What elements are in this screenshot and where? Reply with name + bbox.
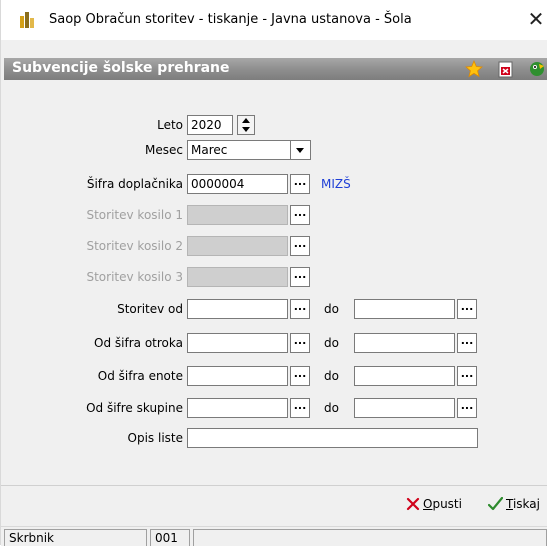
title-bar: Saop Obračun storitev - tiskanje - Javna… <box>1 0 547 40</box>
opis-liste-label: Opis liste <box>127 431 183 445</box>
window-title: Saop Obračun storitev - tiskanje - Javna… <box>49 12 412 27</box>
sifra-doplacnika-link[interactable]: MIZŠ <box>321 177 351 191</box>
chevron-down-icon <box>296 148 304 153</box>
status-empty <box>193 529 547 546</box>
mesec-select[interactable]: Marec <box>187 140 291 160</box>
storitev-od-browse-button[interactable]: ... <box>290 299 310 319</box>
sifre-skupine-od-browse-button[interactable]: ... <box>290 398 310 418</box>
sifra-otroka-do-browse-button[interactable]: ... <box>457 333 477 353</box>
sifra-otroka-do-input[interactable] <box>354 333 455 353</box>
panel-title: Subvencije šolske prehrane <box>12 60 230 76</box>
sifra-enote-label: Od šifra enote <box>97 369 183 383</box>
assistant-icon[interactable] <box>528 60 546 78</box>
cancel-button[interactable]: Opusti <box>406 497 462 511</box>
mesec-dropdown-button[interactable] <box>291 140 311 160</box>
sifre-skupine-do-browse-button[interactable]: ... <box>457 398 477 418</box>
leto-spinner[interactable] <box>237 115 255 135</box>
sifra-otroka-od-input[interactable] <box>187 333 288 353</box>
sifre-skupine-od-input[interactable] <box>187 398 288 418</box>
storitev-kosilo-3-label: Storitev kosilo 3 <box>86 270 183 284</box>
sifra-doplacnika-label: Šifra doplačnika <box>86 177 183 191</box>
storitev-od-label: Storitev od <box>117 302 183 316</box>
storitev-kosilo-2-browse-button[interactable]: ... <box>290 236 310 256</box>
sifra-enote-od-browse-button[interactable]: ... <box>290 366 310 386</box>
spin-up-icon[interactable] <box>242 118 250 123</box>
storitev-do-input[interactable] <box>354 299 455 319</box>
storitev-kosilo-3-input <box>187 267 288 287</box>
status-bar: Skrbnik 001 <box>1 526 547 546</box>
storitev-do-browse-button[interactable]: ... <box>457 299 477 319</box>
cancel-x-icon <box>406 497 420 511</box>
spin-down-icon[interactable] <box>242 127 250 132</box>
sifra-enote-do-label: do <box>324 369 339 383</box>
star-icon[interactable] <box>465 59 483 78</box>
sifra-doplacnika-input[interactable]: 0000004 <box>187 174 288 194</box>
window: Saop Obračun storitev - tiskanje - Javna… <box>0 0 547 546</box>
storitev-kosilo-1-input <box>187 205 288 225</box>
sifra-otroka-do-label: do <box>324 336 339 350</box>
print-label: iskaj <box>512 497 540 511</box>
app-icon <box>19 11 35 29</box>
storitev-kosilo-3-browse-button[interactable]: ... <box>290 267 310 287</box>
sifra-enote-od-input[interactable] <box>187 366 288 386</box>
status-code: 001 <box>150 529 190 546</box>
opis-liste-input[interactable] <box>187 428 478 448</box>
sifre-skupine-label: Od šifre skupine <box>86 401 183 415</box>
sifra-enote-do-browse-button[interactable]: ... <box>457 366 477 386</box>
leto-input[interactable]: 2020 <box>187 115 233 135</box>
sifra-otroka-label: Od šifra otroka <box>94 336 183 350</box>
close-button[interactable]: ✕ <box>523 6 547 32</box>
leto-label: Leto <box>157 118 183 132</box>
storitev-od-input[interactable] <box>187 299 288 319</box>
header-bar: Subvencije šolske prehrane <box>4 58 547 80</box>
checkmark-icon <box>488 497 503 511</box>
panel-header: Subvencije šolske prehrane <box>1 40 547 88</box>
print-access-key: T <box>506 497 513 511</box>
sifra-doplacnika-browse-button[interactable]: ... <box>290 174 310 194</box>
storitev-do-label: do <box>324 302 339 316</box>
cancel-label: pusti <box>432 497 462 511</box>
storitev-kosilo-1-label: Storitev kosilo 1 <box>86 208 183 222</box>
footer-divider <box>1 485 547 486</box>
form-area: Leto 2020 Mesec Marec Šifra doplačnika 0… <box>7 88 547 485</box>
storitev-kosilo-2-label: Storitev kosilo 2 <box>86 239 183 253</box>
print-button[interactable]: Tiskaj <box>488 497 540 511</box>
mesec-label: Mesec <box>145 143 183 157</box>
storitev-kosilo-1-browse-button[interactable]: ... <box>290 205 310 225</box>
sifra-enote-do-input[interactable] <box>354 366 455 386</box>
sifre-skupine-do-label: do <box>324 401 339 415</box>
status-user: Skrbnik <box>4 529 147 546</box>
sifre-skupine-do-input[interactable] <box>354 398 455 418</box>
pdf-export-icon[interactable] <box>497 60 515 78</box>
sifra-otroka-od-browse-button[interactable]: ... <box>290 333 310 353</box>
storitev-kosilo-2-input <box>187 236 288 256</box>
